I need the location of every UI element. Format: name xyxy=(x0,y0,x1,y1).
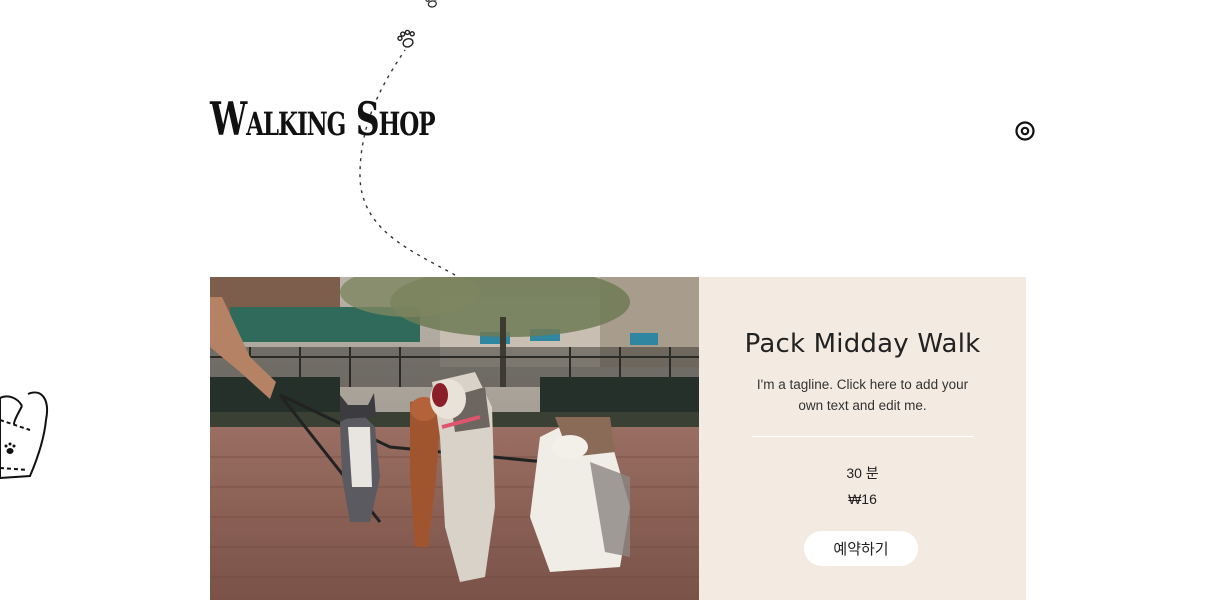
poop-bag-icon xyxy=(0,391,48,480)
paw-print-icon xyxy=(397,29,415,48)
service-details-panel: Pack Midday Walk I'm a tagline. Click he… xyxy=(699,277,1026,600)
dashed-paw-trail xyxy=(359,49,456,276)
book-button[interactable]: 예약하기 xyxy=(804,531,918,566)
service-duration: 30 분 xyxy=(846,465,879,481)
service-tagline: I'm a tagline. Click here to add your ow… xyxy=(756,377,969,413)
page: Walking Shop Pack Midday Walk I'm a tagl… xyxy=(0,0,1220,600)
dog-pack-photo xyxy=(210,277,699,600)
paw-print-icon xyxy=(425,0,438,8)
service-title[interactable]: Pack Midday Walk xyxy=(699,329,1026,359)
site-logo[interactable]: Walking Shop xyxy=(210,92,436,146)
service-image[interactable] xyxy=(210,277,699,600)
cart-icon[interactable] xyxy=(1014,120,1036,142)
service-price: ₩16 xyxy=(848,491,877,507)
divider xyxy=(752,436,973,437)
service-card: Pack Midday Walk I'm a tagline. Click he… xyxy=(210,277,1026,600)
